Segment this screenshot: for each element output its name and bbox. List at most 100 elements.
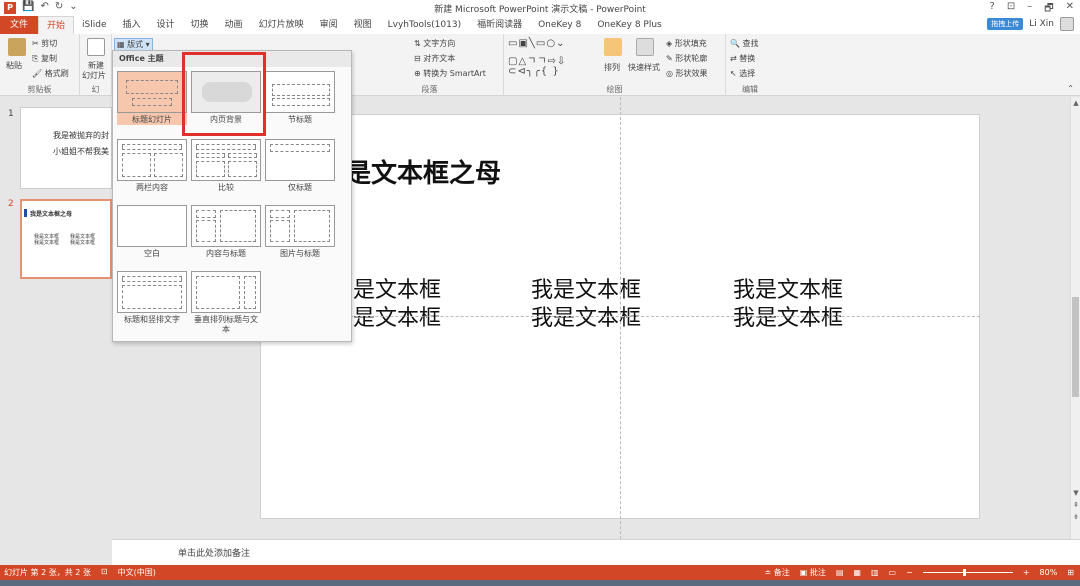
paste-button[interactable]: 粘贴 — [6, 60, 22, 71]
avatar[interactable] — [1060, 17, 1074, 31]
layout-vertical-title-text[interactable]: 垂直排列标题与文本 — [191, 271, 261, 335]
fit-slide-icon[interactable]: ⊞ — [1067, 568, 1074, 577]
shapes-gallery-row2[interactable]: ▢△ㄱㄱ⇨⇩ — [508, 52, 566, 67]
shapes-gallery-row3[interactable]: ⊂⊲╮╭{ } — [508, 66, 560, 77]
shape-outline-button[interactable]: ✎ 形状轮廓 — [666, 53, 707, 64]
normal-view-icon[interactable]: ▤ — [836, 568, 844, 577]
zoom-slider-knob[interactable] — [962, 569, 966, 576]
language-indicator[interactable]: 中文(中国) — [118, 567, 156, 578]
comments-toggle[interactable]: ▣ 批注 — [800, 567, 826, 578]
layout-picture-with-caption[interactable]: 图片与标题 — [265, 205, 335, 259]
layout-two-content[interactable]: 两栏内容 — [117, 139, 187, 193]
tab-foxit[interactable]: 福昕阅读器 — [469, 16, 530, 34]
layout-section-header[interactable]: 节标题 — [265, 71, 335, 125]
tab-slideshow[interactable]: 幻灯片放映 — [251, 16, 312, 34]
group-slides: 新建 幻灯片 幻 — [80, 34, 112, 96]
tab-onekey8[interactable]: OneKey 8 — [530, 16, 589, 34]
layout-thumbnail — [191, 271, 261, 313]
slideshow-icon[interactable]: ▭ — [889, 568, 897, 577]
arrange-icon[interactable] — [604, 38, 622, 56]
thumbnail-title: 我是文本框之母 — [30, 211, 73, 218]
scrollbar-thumb[interactable] — [1072, 297, 1079, 397]
select-button[interactable]: ↖ 选择 — [730, 68, 755, 79]
shape-effects-button[interactable]: ◎ 形状效果 — [666, 68, 708, 79]
slide-title[interactable]: 是文本框之母 — [345, 153, 501, 190]
shape-outline-label: 形状轮廓 — [675, 54, 708, 63]
next-slide-icon[interactable]: ⇟ — [1071, 513, 1080, 521]
layout-thumbnail — [191, 139, 261, 181]
tab-view[interactable]: 视图 — [346, 16, 380, 34]
reading-view-icon[interactable]: ▥ — [871, 568, 879, 577]
zoom-level[interactable]: 80% — [1040, 568, 1058, 577]
slide-thumbnail-1[interactable]: 我是被抛弃的封 小姐姐不帮我美 — [20, 107, 112, 189]
new-slide-icon[interactable] — [87, 38, 105, 56]
copy-button[interactable]: ⎘ 复制 — [32, 53, 57, 64]
prev-slide-icon[interactable]: ⇞ — [1071, 501, 1080, 509]
zoom-in-icon[interactable]: + — [1023, 568, 1030, 577]
zoom-slider[interactable] — [922, 569, 1013, 576]
layout-name: 仅标题 — [288, 183, 312, 192]
text-direction-button[interactable]: ⇅ 文字方向 — [414, 38, 455, 49]
horizontal-guide[interactable] — [260, 316, 980, 317]
tab-insert[interactable]: 插入 — [115, 16, 149, 34]
layout-name: 空白 — [144, 249, 160, 258]
slide-sorter-icon[interactable]: ▦ — [853, 568, 861, 577]
shape-fill-label: 形状填充 — [674, 39, 707, 48]
tab-design[interactable]: 设计 — [149, 16, 183, 34]
layout-blank[interactable]: 空白 — [117, 205, 187, 259]
vertical-guide[interactable] — [620, 97, 621, 539]
vertical-scrollbar[interactable]: ▲ ▼ ⇞ ⇟ — [1070, 97, 1080, 539]
arrange-button[interactable]: 排列 — [604, 62, 620, 73]
replace-label: 替换 — [739, 54, 756, 63]
notes-pane[interactable]: 单击此处添加备注 — [112, 539, 1080, 565]
placeholder-outline — [122, 285, 182, 309]
user-name[interactable]: Li Xin — [1029, 19, 1054, 29]
zoom-out-icon[interactable]: − — [906, 568, 913, 577]
shape-fill-button[interactable]: ◈ 形状填充 — [666, 38, 707, 49]
collapse-ribbon-icon[interactable]: ⌃ — [1067, 84, 1074, 93]
placeholder-outline — [196, 144, 256, 150]
thumbnail-text: 我是被抛弃的封 — [53, 131, 109, 140]
layout-name: 内容与标题 — [206, 249, 246, 258]
comments-toggle-label: 批注 — [809, 568, 826, 577]
placeholder-outline — [132, 98, 172, 106]
new-slide-button-label[interactable]: 幻灯片 — [82, 70, 106, 81]
smartart-button[interactable]: ⊕ 转换为 SmartArt — [414, 68, 486, 79]
group-paragraph: ⇅ 文字方向 ⊟ 对齐文本 ⊕ 转换为 SmartArt 段落 — [356, 34, 504, 96]
layout-content-with-caption[interactable]: 内容与标题 — [191, 205, 261, 259]
align-text-button[interactable]: ⊟ 对齐文本 — [414, 53, 455, 64]
tab-onekey8plus[interactable]: OneKey 8 Plus — [589, 16, 669, 34]
tab-file[interactable]: 文件 — [0, 16, 39, 34]
layout-title-only[interactable]: 仅标题 — [265, 139, 335, 193]
text-direction-label: 文字方向 — [423, 39, 456, 48]
align-text-label: 对齐文本 — [423, 54, 456, 63]
paste-icon[interactable] — [8, 38, 26, 56]
upload-button[interactable]: 拖拽上传 — [987, 18, 1024, 30]
spell-check-icon[interactable]: ⊡ — [101, 567, 108, 578]
tab-islide[interactable]: iSlide — [74, 16, 114, 34]
text-box[interactable]: 我是文本框 我是文本框 — [733, 277, 843, 333]
slide-thumbnail-2[interactable]: 我是文本框之母 我是文本框 我是文本框 我是文本框 我是文本框 — [20, 199, 112, 279]
tab-home[interactable]: 开始 — [38, 16, 75, 34]
layout-comparison[interactable]: 比较 — [191, 139, 261, 193]
placeholder-outline — [220, 210, 256, 242]
layout-title-slide[interactable]: 标题幻灯片 — [117, 71, 187, 125]
find-button[interactable]: 🔍 查找 — [730, 38, 759, 49]
layout-title-vertical-text[interactable]: 标题和竖排文字 — [117, 271, 187, 325]
replace-button[interactable]: ⇄ 替换 — [730, 53, 755, 64]
format-painter-button[interactable]: 🖌 格式刷 — [32, 68, 69, 79]
notes-toggle[interactable]: ≐ 备注 — [765, 567, 790, 578]
quick-styles-icon[interactable] — [636, 38, 654, 56]
cut-button[interactable]: ✂ 剪切 — [32, 38, 57, 49]
tab-lvyhtools[interactable]: LvyhTools(1013) — [380, 16, 469, 34]
quick-styles-button[interactable]: 快速样式 — [628, 62, 660, 73]
text-box[interactable]: 是文本框 是文本框 — [353, 277, 441, 333]
text-box[interactable]: 我是文本框 我是文本框 — [531, 277, 641, 333]
scroll-up-icon[interactable]: ▲ — [1071, 99, 1080, 107]
layout-name: 垂直排列标题与文本 — [194, 315, 258, 334]
scroll-down-icon[interactable]: ▼ — [1071, 489, 1080, 497]
shapes-gallery[interactable]: ▭▣╲▭○⌄ — [508, 38, 565, 49]
tab-review[interactable]: 审阅 — [312, 16, 346, 34]
tab-transitions[interactable]: 切换 — [183, 16, 217, 34]
tab-animations[interactable]: 动画 — [217, 16, 251, 34]
